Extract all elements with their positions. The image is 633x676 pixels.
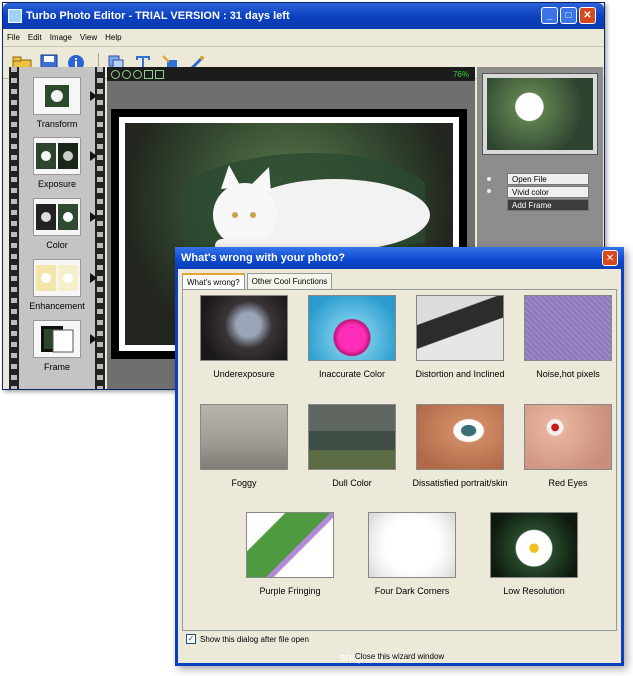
app-icon [8,9,22,23]
color-thumbnail [33,198,81,236]
card-label: Dissatisfied portrait/skin [412,478,508,488]
close-wizard-link[interactable]: Close this wizard window [178,652,621,661]
menu-bar: File Edit Image View Help [3,29,604,47]
close-wizard-label[interactable]: Close this wizard window [355,652,444,661]
dark-corners-image [368,512,456,578]
history-marker-icon [487,189,491,193]
tool-frame-label: Frame [43,362,70,372]
card-label: Red Eyes [548,478,588,488]
menu-image[interactable]: Image [50,33,72,42]
close-button[interactable]: ✕ [579,7,596,24]
show-dialog-label: Show this dialog after file open [200,634,309,644]
tool-exposure-label: Exposure [37,179,77,189]
tool-enhancement[interactable]: Enhancement [19,259,97,311]
window-title: Turbo Photo Editor - TRIAL VERSION : 31 … [26,10,290,22]
play-arrow-icon [90,334,97,344]
maximize-button[interactable]: □ [560,7,577,24]
card-underexposure[interactable]: Underexposure [192,295,296,379]
history-item-add-frame[interactable]: Add Frame [507,199,589,211]
tool-transform-label: Transform [36,119,78,129]
card-label: Dull Color [332,478,372,488]
menu-file[interactable]: File [7,33,20,42]
card-portrait-skin[interactable]: Dissatisfied portrait/skin [408,404,512,488]
menu-help[interactable]: Help [105,33,121,42]
zoom-in-icon[interactable] [111,69,120,79]
enhancement-thumbnail [33,259,81,297]
tool-color[interactable]: Color [19,198,97,250]
actual-size-icon[interactable] [155,69,164,79]
canvas-toolbar: 76% [107,67,475,81]
zoom-out-icon[interactable] [122,69,131,79]
card-distortion[interactable]: Distortion and Inclined [408,295,512,379]
dialog-title: What's wrong with your photo? [181,252,345,264]
tab-other-cool-functions[interactable]: Other Cool Functions [246,273,333,290]
card-foggy[interactable]: Foggy [192,404,296,488]
card-red-eyes[interactable]: Red Eyes [516,404,620,488]
tool-frame[interactable]: Frame [19,320,97,372]
card-label: Four Dark Corners [374,586,450,596]
play-arrow-icon [90,273,97,283]
frame-thumbnail [33,320,81,358]
card-low-resolution[interactable]: Low Resolution [482,512,586,596]
tool-enhancement-label: Enhancement [29,301,85,311]
card-inaccurate-color[interactable]: Inaccurate Color [300,295,404,379]
card-label: Distortion and Inclined [415,369,505,379]
purple-fringing-image [246,512,334,578]
fit-window-icon[interactable] [144,69,153,79]
pan-hand-icon[interactable] [133,69,142,79]
history-list: Open File Vivid color Add Frame [507,173,589,212]
card-label: Low Resolution [503,586,565,596]
tab-whats-wrong[interactable]: What's wrong? [182,273,245,290]
transform-thumbnail [33,77,81,115]
dialog-title-bar: What's wrong with your photo? [175,247,624,269]
card-label: Inaccurate Color [318,369,386,379]
history-item-open-file[interactable]: Open File [507,173,589,185]
zoom-level: 76% [452,69,469,79]
tool-color-label: Color [46,240,68,250]
tool-transform[interactable]: Transform [19,77,97,129]
card-label: Noise,hot pixels [536,369,600,379]
portrait-skin-image [416,404,504,470]
show-dialog-checkbox[interactable]: ✓ Show this dialog after file open [186,634,309,644]
checkbox-checked-icon[interactable]: ✓ [186,634,196,644]
minimize-button[interactable]: _ [541,7,558,24]
card-noise[interactable]: Noise,hot pixels [516,295,620,379]
underexposure-image [200,295,288,361]
play-arrow-icon [90,91,97,101]
distortion-image [416,295,504,361]
low-resolution-image [490,512,578,578]
tool-exposure[interactable]: Exposure [19,137,97,189]
dull-color-image [308,404,396,470]
dialog-close-button[interactable]: ✕ [602,250,618,266]
history-marker-icon [487,177,491,181]
noise-image [524,295,612,361]
card-label: Foggy [231,478,257,488]
inaccurate-color-image [308,295,396,361]
red-eyes-image [524,404,612,470]
card-four-dark-corners[interactable]: Four Dark Corners [360,512,464,596]
card-label: Purple Fringing [259,586,321,596]
menu-view[interactable]: View [80,33,97,42]
wizard-dialog: What's wrong with your photo? ✕ What's w… [175,247,624,666]
history-item-vivid-color[interactable]: Vivid color [507,186,589,198]
foggy-image [200,404,288,470]
title-bar: Turbo Photo Editor - TRIAL VERSION : 31 … [3,3,604,29]
dialog-tabs: What's wrong? Other Cool Functions [182,273,334,290]
play-arrow-icon [90,212,97,222]
card-label: Underexposure [213,369,275,379]
tool-filmstrip: Transform Exposure Color Enhancement Fra… [9,67,105,389]
menu-edit[interactable]: Edit [28,33,42,42]
preview-thumbnail [482,73,598,155]
card-purple-fringing[interactable]: Purple Fringing [238,512,342,596]
exposure-thumbnail [33,137,81,175]
tab-panel: Underexposure Inaccurate Color Distortio… [182,289,620,664]
card-dull-color[interactable]: Dull Color [300,404,404,488]
play-arrow-icon [90,151,97,161]
